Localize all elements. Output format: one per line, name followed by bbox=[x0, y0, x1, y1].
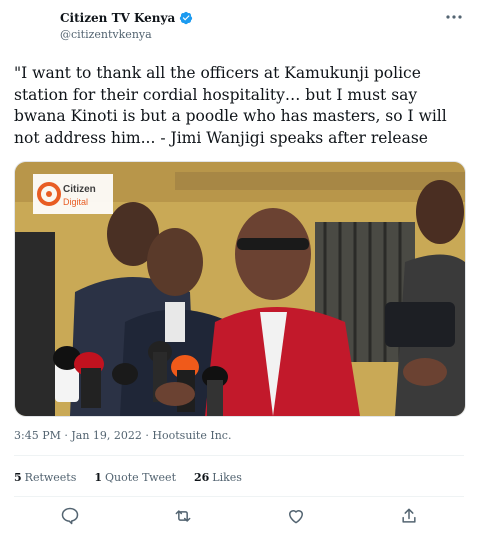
author-name[interactable]: Citizen TV Kenya bbox=[60, 11, 175, 25]
logo-text-line2: Digital bbox=[63, 197, 88, 207]
quote-tweets-stat[interactable]: 1 Quote Tweet bbox=[94, 471, 176, 484]
meta-separator: · bbox=[145, 429, 149, 442]
video-frame: Citizen Digital bbox=[15, 162, 465, 416]
action-bar bbox=[0, 506, 478, 532]
like-heart-icon[interactable] bbox=[286, 506, 306, 526]
tweet-stats: 5 Retweets 1 Quote Tweet 26 Likes bbox=[14, 471, 242, 484]
divider bbox=[14, 496, 464, 497]
tweet-header: Citizen TV Kenya @citizentvkenya bbox=[0, 0, 478, 50]
more-options-icon[interactable] bbox=[444, 10, 464, 24]
logo-text-line1: Citizen bbox=[63, 184, 96, 195]
tweet-date[interactable]: Jan 19, 2022 bbox=[71, 429, 142, 442]
tweet-time[interactable]: 3:45 PM bbox=[14, 429, 61, 442]
tweet-text: "I want to thank all the officers at Kam… bbox=[14, 64, 447, 147]
tweet-source[interactable]: Hootsuite Inc. bbox=[152, 429, 231, 442]
quotes-count: 1 bbox=[94, 471, 103, 484]
retweets-count: 5 bbox=[14, 471, 22, 484]
tweet-media-video[interactable]: Citizen Digital bbox=[14, 161, 466, 417]
likes-label: Likes bbox=[212, 471, 242, 484]
citizen-digital-logo: Citizen Digital bbox=[33, 174, 113, 214]
retweets-label: Retweets bbox=[24, 471, 77, 484]
verified-badge-icon bbox=[180, 11, 193, 25]
avatar[interactable] bbox=[14, 10, 50, 46]
retweet-icon[interactable] bbox=[173, 506, 193, 526]
author-handle[interactable]: @citizentvkenya bbox=[60, 28, 152, 41]
meta-separator: · bbox=[64, 429, 68, 442]
quotes-label: Quote Tweet bbox=[105, 471, 176, 484]
divider bbox=[14, 455, 464, 456]
author-name-row[interactable]: Citizen TV Kenya bbox=[60, 11, 193, 25]
likes-stat[interactable]: 26 Likes bbox=[194, 471, 242, 484]
tweet-meta: 3:45 PM · Jan 19, 2022 · Hootsuite Inc. bbox=[14, 429, 231, 442]
retweets-stat[interactable]: 5 Retweets bbox=[14, 471, 76, 484]
reply-icon[interactable] bbox=[60, 506, 80, 526]
share-icon[interactable] bbox=[399, 506, 419, 526]
likes-count: 26 bbox=[193, 471, 210, 484]
